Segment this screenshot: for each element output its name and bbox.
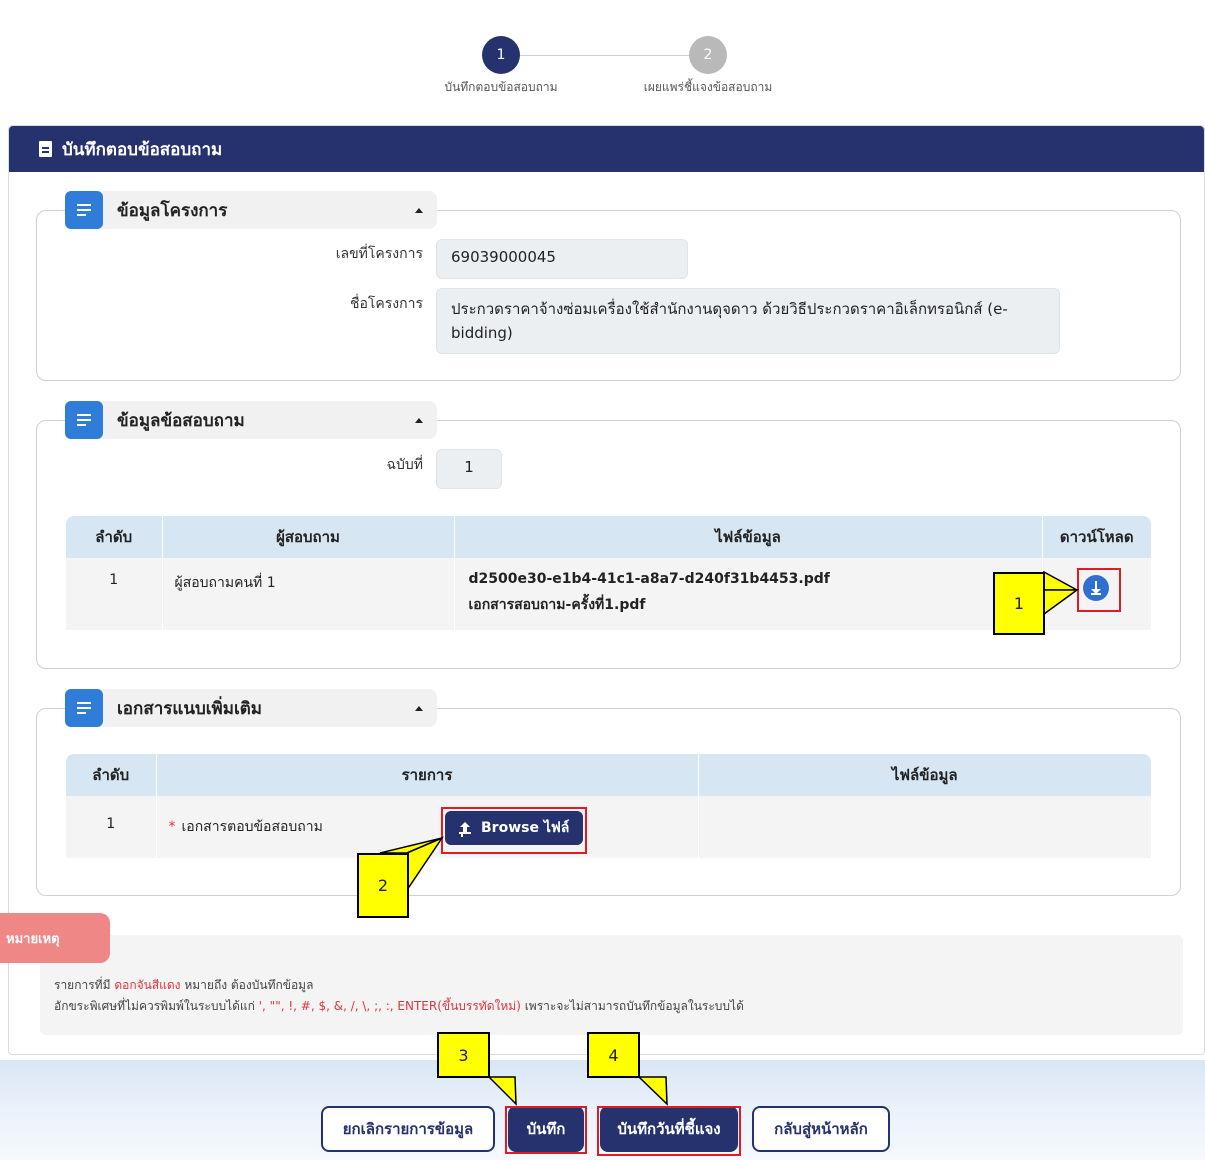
highlight-browse bbox=[441, 807, 587, 854]
callout-3: 3 bbox=[437, 1032, 490, 1078]
highlight-save bbox=[505, 1106, 587, 1154]
row-item-label: เอกสารตอบข้อสอบถาม bbox=[181, 819, 323, 835]
collapse-caret-icon[interactable] bbox=[415, 705, 423, 711]
project-no-field: 69039000045 bbox=[436, 239, 688, 279]
inquiry-info-title: ข้อมูลข้อสอบถาม bbox=[117, 410, 245, 431]
attachments-table: ลำดับ รายการ ไฟล์ข้อมูล 1 * เอกสารตอบข้อส… bbox=[66, 754, 1151, 858]
collapse-caret-icon[interactable] bbox=[415, 417, 423, 423]
remark-red-text: ', "", !, #, $, &, /, \, ;, :, ENTER(ขึ้… bbox=[258, 999, 521, 1013]
inquiry-table: ลำดับ ผู้สอบถาม ไฟล์ข้อมูล ดาวน์โหลด 1 ผ… bbox=[66, 516, 1151, 630]
row-inquirer: ผู้สอบถามคนที่ 1 bbox=[161, 558, 454, 630]
col-header-download: ดาวน์โหลด bbox=[1041, 516, 1151, 558]
row-no: 1 bbox=[66, 796, 156, 858]
list-icon bbox=[65, 689, 103, 727]
issue-no-label: ฉบับที่ bbox=[386, 457, 423, 473]
col-header-no: ลำดับ bbox=[66, 754, 156, 796]
file-name-link[interactable]: d2500e30-e1b4-41c1-a8a7-d240f31b4453.pdf bbox=[469, 566, 1042, 592]
row-no: 1 bbox=[66, 558, 162, 630]
remark-red-text: ดอกจันสีแดง bbox=[114, 978, 181, 992]
project-no-label: เลขที่โครงการ bbox=[335, 246, 423, 262]
attachments-title: เอกสารแนบเพิ่มเติม bbox=[117, 698, 263, 719]
stepper-connector bbox=[520, 55, 689, 56]
inquiry-info-legend[interactable]: ข้อมูลข้อสอบถาม bbox=[65, 401, 437, 439]
project-info-title: ข้อมูลโครงการ bbox=[117, 200, 228, 221]
remark-text: อักขระพิเศษที่ไม่ควรพิมพ์ในระบบได้แก่ bbox=[54, 999, 255, 1013]
panel-title: บันทึกตอบข้อสอบถาม bbox=[62, 139, 223, 160]
remark-box: รายการที่มี ดอกจันสีแดง หมายถึง ต้องบันท… bbox=[40, 935, 1183, 1035]
col-header-no: ลำดับ bbox=[66, 516, 162, 558]
col-header-inquirer: ผู้สอบถาม bbox=[161, 516, 454, 558]
col-header-file: ไฟล์ข้อมูล bbox=[453, 516, 1042, 558]
file-desc: เอกสารสอบถาม-ครั้งที่1.pdf bbox=[468, 597, 646, 613]
panel-header: บันทึกตอบข้อสอบถาม bbox=[9, 126, 1204, 172]
remark-tag: หมายเหตุ bbox=[0, 913, 110, 963]
step-2-label: เผยแพร่ชี้แจงข้อสอบถาม bbox=[643, 80, 773, 94]
col-header-file: ไฟล์ข้อมูล bbox=[697, 754, 1151, 796]
project-info-legend[interactable]: ข้อมูลโครงการ bbox=[65, 191, 437, 229]
row-item: * เอกสารตอบข้อสอบถาม bbox=[155, 796, 698, 858]
remark-text: หมายถึง ต้องบันทึกข้อมูล bbox=[184, 978, 314, 992]
callout-1: 1 bbox=[993, 572, 1045, 635]
callout-4: 4 bbox=[587, 1032, 640, 1078]
attachments-legend[interactable]: เอกสารแนบเพิ่มเติม bbox=[65, 689, 437, 727]
remark-line-1: รายการที่มี ดอกจันสีแดง หมายถึง ต้องบันท… bbox=[54, 975, 1169, 996]
table-row: 1 ผู้สอบถามคนที่ 1 d2500e30-e1b4-41c1-a8… bbox=[66, 558, 1151, 630]
collapse-caret-icon[interactable] bbox=[415, 207, 423, 213]
remark-text: เพราะจะไม่สามารถบันทึกข้อมูลในระบบได้ bbox=[524, 999, 744, 1013]
issue-no-field: 1 bbox=[436, 449, 502, 489]
remark-text: รายการที่มี bbox=[54, 978, 111, 992]
row-file: d2500e30-e1b4-41c1-a8a7-d240f31b4453.pdf… bbox=[453, 558, 1042, 630]
col-header-item: รายการ bbox=[155, 754, 698, 796]
required-mark: * bbox=[168, 819, 176, 835]
list-icon bbox=[65, 191, 103, 229]
highlight-save-clarify bbox=[597, 1106, 741, 1156]
project-info-section: ข้อมูลโครงการ เลขที่โครงการ 69039000045 … bbox=[36, 191, 1181, 381]
highlight-download bbox=[1077, 568, 1121, 612]
table-row: 1 * เอกสารตอบข้อสอบถาม bbox=[66, 796, 1151, 858]
back-home-button[interactable]: กลับสู่หน้าหลัก bbox=[752, 1106, 890, 1152]
remark-line-2: อักขระพิเศษที่ไม่ควรพิมพ์ในระบบได้แก่ ',… bbox=[54, 996, 1169, 1017]
step-2-indicator: 2 bbox=[689, 36, 727, 74]
step-1-label: บันทึกตอบข้อสอบถาม bbox=[444, 80, 558, 94]
row-file-cell bbox=[697, 796, 1151, 858]
project-name-label: ชื่อโครงการ bbox=[349, 296, 423, 312]
callout-2: 2 bbox=[357, 853, 409, 918]
cancel-button[interactable]: ยกเลิกรายการข้อมูล bbox=[321, 1106, 495, 1152]
stepper: 1 2 บันทึกตอบข้อสอบถาม เผยแพร่ชี้แจงข้อส… bbox=[0, 30, 1205, 110]
list-icon bbox=[65, 401, 103, 439]
project-name-field: ประกวดราคาจ้างซ่อมเครื่องใช้สำนักงานดุจด… bbox=[436, 288, 1060, 354]
document-icon bbox=[39, 141, 52, 157]
step-1-indicator: 1 bbox=[482, 36, 520, 74]
